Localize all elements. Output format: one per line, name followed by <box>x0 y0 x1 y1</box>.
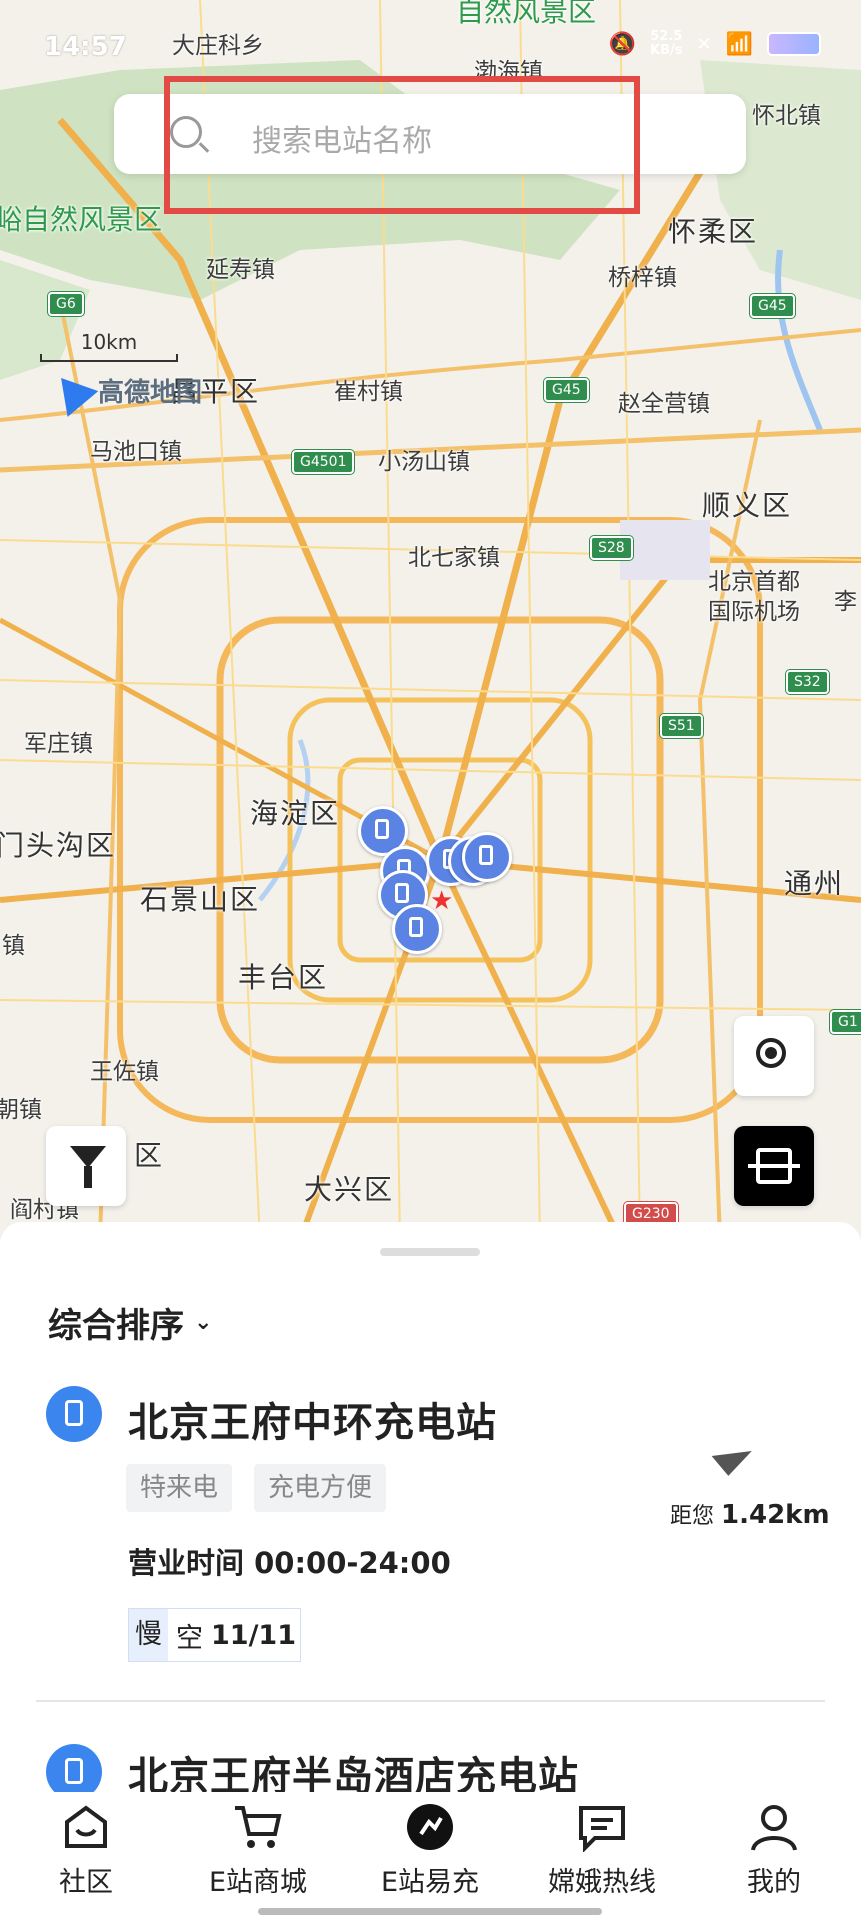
highway-shield: G45 <box>544 378 589 402</box>
status-icons: 🔕 52.5 KB/s ✕ 📶 <box>609 30 821 58</box>
station-hours: 营业时间 00:00-24:00 <box>128 1546 451 1580</box>
distance-value: 1.42km <box>721 1500 830 1530</box>
net-speed-unit: KB/s <box>650 43 683 58</box>
highway-shield: G6 <box>48 292 84 316</box>
cart-icon <box>233 1802 283 1852</box>
user-icon <box>749 1802 799 1852</box>
charging-station-pin[interactable] <box>462 832 512 882</box>
filter-button[interactable] <box>46 1126 126 1206</box>
station-tag: 特来电 <box>126 1464 233 1512</box>
filter-stem <box>84 1166 92 1188</box>
scale-label: 10km <box>80 330 138 354</box>
map-label: 大兴区 <box>304 1173 395 1206</box>
city-center-star-icon: ★ <box>430 886 454 916</box>
sort-dropdown[interactable]: 综合排序 ⌄ <box>48 1298 212 1347</box>
net-speed-value: 52.5 <box>650 29 683 44</box>
highway-shield: G4501 <box>292 450 355 474</box>
sim-icon: ✕ <box>696 33 712 55</box>
tab-label: 我的 <box>747 1867 801 1898</box>
station-name: 北京王府中环充电站 <box>128 1400 497 1446</box>
map-label: 门头沟区 <box>0 829 117 862</box>
scale-bar <box>40 354 178 362</box>
scan-line <box>748 1164 800 1168</box>
network-speed: 52.5 KB/s <box>650 30 682 58</box>
map-brand-logo: 高德地图 <box>45 364 203 417</box>
station-tag: 充电方便 <box>254 1464 387 1512</box>
tab-label: E站易充 <box>380 1867 480 1898</box>
amap-plane-icon <box>45 364 99 417</box>
drag-handle[interactable] <box>380 1248 480 1256</box>
map-label: 峪自然风景区 <box>0 203 163 236</box>
tab-hotline[interactable]: 嫦娥热线 <box>516 1802 688 1899</box>
station-list-panel[interactable]: 综合排序 ⌄ 北京王府中环充电站 特来电 充电方便 距您 1.42km 营业时间… <box>0 1222 861 1802</box>
map-label: 马池口镇 <box>90 439 182 465</box>
map-label: 石景山区 <box>140 883 261 916</box>
map-label: 通州 <box>784 867 845 900</box>
map-scale: 10km <box>40 330 178 362</box>
divider <box>36 1700 825 1702</box>
tab-charge[interactable]: E站易充 <box>344 1802 516 1899</box>
scan-button[interactable] <box>734 1126 814 1206</box>
tab-community[interactable]: 社区 <box>0 1802 172 1899</box>
map-label: 朝镇 <box>0 1097 42 1123</box>
bottom-tab-bar: 社区 E站商城 E站易充 嫦娥热线 我的 <box>0 1792 861 1920</box>
locate-me-button[interactable] <box>734 1016 814 1096</box>
map-label: 军庄镇 <box>24 731 93 757</box>
status-time: 14:57 <box>44 32 127 62</box>
wifi-icon: 📶 <box>725 31 753 57</box>
map-label: 区 <box>134 1139 165 1172</box>
chat-icon <box>577 1802 627 1853</box>
home-indicator <box>258 1908 602 1915</box>
tab-label: E站商城 <box>208 1867 308 1898</box>
tab-shop[interactable]: E站商城 <box>172 1802 344 1899</box>
highway-shield: S32 <box>786 670 829 694</box>
status-bar: 14:57 🔕 52.5 KB/s ✕ 📶 <box>0 0 861 80</box>
highway-shield: G1 <box>830 1010 861 1034</box>
map-label: 北七家镇 <box>408 545 500 571</box>
sort-label: 综合排序 <box>48 1306 184 1346</box>
home-icon <box>61 1802 111 1852</box>
map-label: 怀北镇 <box>752 103 821 129</box>
tab-label: 社区 <box>59 1867 113 1898</box>
map-label: 小汤山镇 <box>378 449 470 475</box>
map-label: 李 <box>834 589 857 615</box>
battery-icon <box>767 32 821 56</box>
map-label: 崔村镇 <box>334 379 403 405</box>
map-label: 王佐镇 <box>90 1059 159 1085</box>
map-label: 镇 <box>2 933 25 959</box>
highway-shield: S28 <box>590 536 633 560</box>
slot-count: 11/11 <box>211 1619 297 1651</box>
map-label: 桥梓镇 <box>608 265 677 291</box>
highway-shield: G45 <box>750 294 795 318</box>
station-distance: 距您 1.42km <box>670 1498 830 1530</box>
highway-shield: S51 <box>660 714 703 738</box>
distance-prefix: 距您 <box>670 1504 715 1529</box>
highlight-box <box>164 76 640 214</box>
map-label: 顺义区 <box>702 489 793 522</box>
mute-icon: 🔕 <box>608 31 637 57</box>
slot-availability: 慢 空 11/11 <box>128 1608 302 1662</box>
map-brand-text: 高德地图 <box>98 378 203 408</box>
map-label: 国际机场 <box>708 599 800 625</box>
navigate-arrow-icon[interactable] <box>711 1434 755 1476</box>
map-label: 怀柔区 <box>668 215 759 248</box>
map-label: 赵全营镇 <box>618 391 710 417</box>
map-label: 丰台区 <box>238 961 329 994</box>
map-label: 延寿镇 <box>206 257 275 283</box>
map-label: 海淀区 <box>250 797 341 830</box>
charging-station-icon <box>46 1386 102 1442</box>
tab-label: 嫦娥热线 <box>548 1867 656 1898</box>
tab-profile[interactable]: 我的 <box>688 1802 860 1899</box>
slot-type: 慢 <box>129 1609 168 1661</box>
charge-icon <box>405 1802 455 1852</box>
slot-status: 空 <box>176 1622 203 1654</box>
map-label: 北京首都 <box>708 569 800 595</box>
locate-dot <box>765 1047 777 1059</box>
chevron-down-icon: ⌄ <box>194 1310 213 1335</box>
filter-icon <box>70 1146 106 1168</box>
